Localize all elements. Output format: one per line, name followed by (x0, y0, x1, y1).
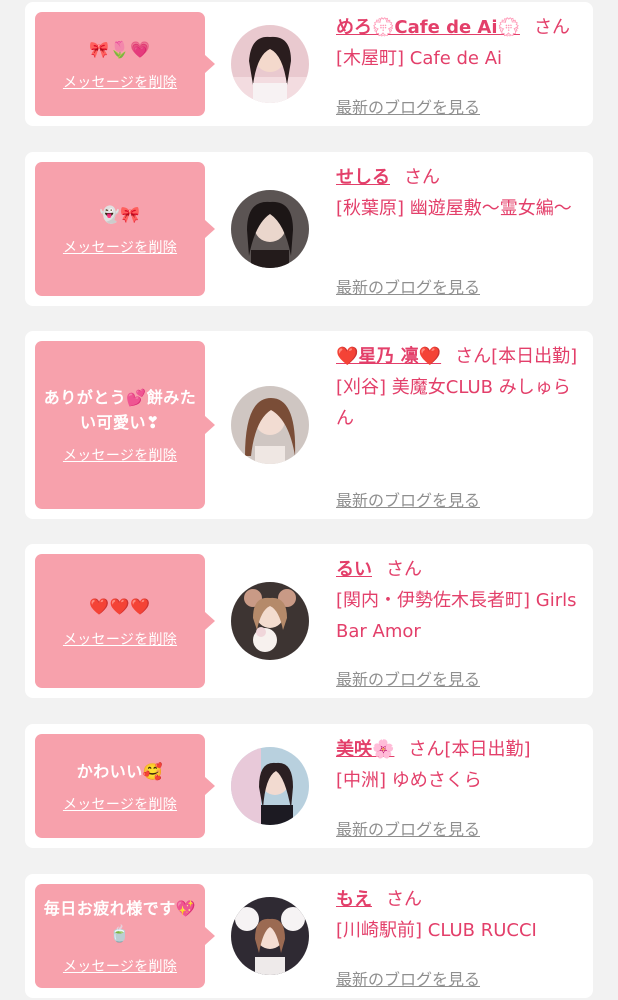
delete-message-link[interactable]: メッセージを削除 (63, 237, 177, 257)
message-text: 毎日お疲れ様です💖🍵 (43, 899, 197, 943)
shop-name: [中洲] ゆめさくら (336, 770, 482, 791)
cast-info: せしる さん [秋葉原] 幽遊屋敷〜霊女編〜 (336, 162, 583, 224)
delete-message-link[interactable]: メッセージを削除 (63, 956, 177, 976)
delete-message-link[interactable]: メッセージを削除 (63, 629, 177, 649)
cast-name-link[interactable]: めろ💮Cafe de Ai💮 (336, 17, 520, 38)
message-text: 🎀🌷💗 (89, 39, 151, 59)
cast-name-link[interactable]: ❤️星乃 凛❤️ (336, 346, 441, 367)
latest-blog-link[interactable]: 最新のブログを見る (336, 94, 480, 118)
latest-blog-link[interactable]: 最新のブログを見る (336, 274, 480, 298)
avatar[interactable] (231, 897, 309, 975)
list-item: ありがとう💕餅みたい可愛い❣ メッセージを削除 ❤️星乃 凛❤️ さん[本日出勤]… (25, 331, 593, 519)
cast-suffix: さん (386, 559, 422, 580)
delete-message-link[interactable]: メッセージを削除 (63, 72, 177, 92)
avatar[interactable] (231, 582, 309, 660)
message-bubble: 👻🎀 メッセージを削除 (35, 162, 215, 296)
cast-info: ❤️星乃 凛❤️ さん[本日出勤] [刈谷] 美魔女CLUB みしゅらん (336, 341, 583, 434)
list-item: 👻🎀 メッセージを削除 せしる さん [秋葉原] 幽遊屋敷〜霊女編〜 最新のブログ… (25, 152, 593, 306)
shop-name: [木屋町] Cafe de Ai (336, 48, 503, 69)
cast-suffix: さん[本日出勤] (455, 346, 578, 367)
shop-name: [秋葉原] 幽遊屋敷〜霊女編〜 (336, 198, 572, 219)
cast-info: もえ さん [川崎駅前] CLUB RUCCI (336, 884, 583, 946)
shop-name: [刈谷] 美魔女CLUB みしゅらん (336, 377, 571, 429)
list-item: 🎀🌷💗 メッセージを削除 めろ💮Cafe de Ai💮 さん [木屋町] Cafe… (25, 2, 593, 126)
cast-suffix: さん[本日出勤] (408, 739, 531, 760)
message-text: ありがとう💕餅みたい可愛い❣ (43, 388, 197, 432)
list-item: 毎日お疲れ様です💖🍵 メッセージを削除 もえ さん [川崎駅前] CLUB RUC… (25, 874, 593, 998)
list-item: かわいい🥰 メッセージを削除 美咲🌸 さん[本日出勤] [中洲] ゆめさくら 最新… (25, 724, 593, 848)
delete-message-link[interactable]: メッセージを削除 (63, 794, 177, 814)
message-bubble: 🎀🌷💗 メッセージを削除 (35, 12, 215, 116)
cast-suffix: さん (386, 889, 422, 910)
latest-blog-link[interactable]: 最新のブログを見る (336, 666, 480, 690)
latest-blog-link[interactable]: 最新のブログを見る (336, 966, 480, 990)
message-text: かわいい🥰 (76, 761, 164, 781)
cast-name-link[interactable]: るい (336, 559, 372, 580)
message-bubble: ありがとう💕餅みたい可愛い❣ メッセージを削除 (35, 341, 215, 509)
cast-suffix: さん (404, 167, 440, 188)
message-bubble: 毎日お疲れ様です💖🍵 メッセージを削除 (35, 884, 215, 988)
message-text: 👻🎀 (99, 204, 141, 224)
cast-name-link[interactable]: せしる (336, 167, 390, 188)
cast-suffix: さん (533, 17, 570, 38)
favorites-list: 🎀🌷💗 メッセージを削除 めろ💮Cafe de Ai💮 さん [木屋町] Cafe… (0, 0, 618, 1000)
cast-info: めろ💮Cafe de Ai💮 さん [木屋町] Cafe de Ai (336, 12, 583, 74)
avatar[interactable] (231, 190, 309, 268)
delete-message-link[interactable]: メッセージを削除 (63, 445, 177, 465)
avatar[interactable] (231, 25, 309, 103)
latest-blog-link[interactable]: 最新のブログを見る (336, 487, 480, 511)
avatar[interactable] (231, 747, 309, 825)
cast-name-link[interactable]: 美咲🌸 (336, 739, 394, 760)
cast-info: 美咲🌸 さん[本日出勤] [中洲] ゆめさくら (336, 734, 583, 796)
latest-blog-link[interactable]: 最新のブログを見る (336, 816, 480, 840)
cast-info: るい さん [関内・伊勢佐木長者町] Girls Bar Amor (336, 554, 583, 647)
shop-name: [川崎駅前] CLUB RUCCI (336, 920, 537, 941)
avatar[interactable] (231, 386, 309, 464)
message-bubble: ❤️❤️❤️ メッセージを削除 (35, 554, 215, 688)
shop-name: [関内・伊勢佐木長者町] Girls Bar Amor (336, 590, 577, 642)
cast-name-link[interactable]: もえ (336, 889, 372, 910)
message-text: ❤️❤️❤️ (89, 596, 151, 616)
message-bubble: かわいい🥰 メッセージを削除 (35, 734, 215, 838)
list-item: ❤️❤️❤️ メッセージを削除 るい さん [関内・伊勢佐木長者町] Girls … (25, 544, 593, 698)
